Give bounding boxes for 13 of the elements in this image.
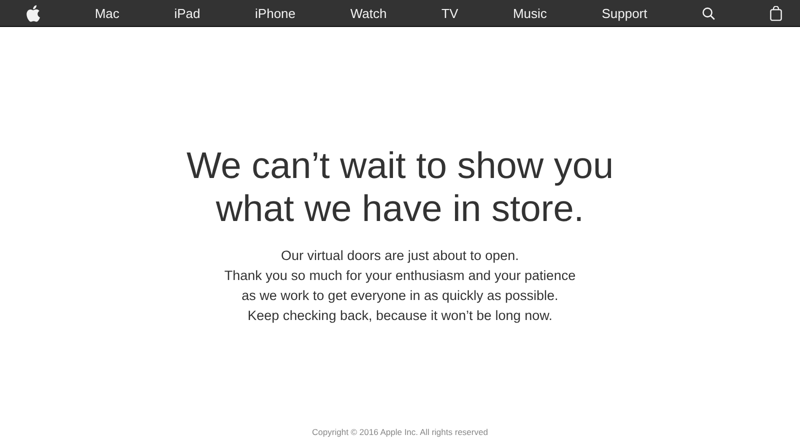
shopping-bag-icon[interactable]	[770, 6, 782, 20]
nav-link[interactable]: Mac	[94, 0, 120, 26]
apple-logo-icon[interactable]	[26, 4, 40, 22]
nav-link[interactable]: Music	[512, 0, 547, 26]
headline: We can’t wait to show you what we have in store.	[186, 145, 614, 230]
nav-link[interactable]: Watch	[350, 0, 387, 26]
nav-link[interactable]: iPhone	[255, 0, 296, 26]
nav-link[interactable]: iPad	[174, 0, 200, 26]
nav-link[interactable]: Support	[602, 0, 648, 26]
message-paragraph: Our virtual doors are just about to open. Thank you so much for your enthusiasm and your patience as we work to get everyone in as quickly as possible. Keep checking back, because it won’t be long now.	[224, 247, 576, 326]
search-icon[interactable]	[702, 6, 716, 20]
nav-link[interactable]: TV	[442, 0, 458, 26]
copyright-text: Copyright © 2016 Apple Inc. All rights reserved	[312, 426, 488, 439]
